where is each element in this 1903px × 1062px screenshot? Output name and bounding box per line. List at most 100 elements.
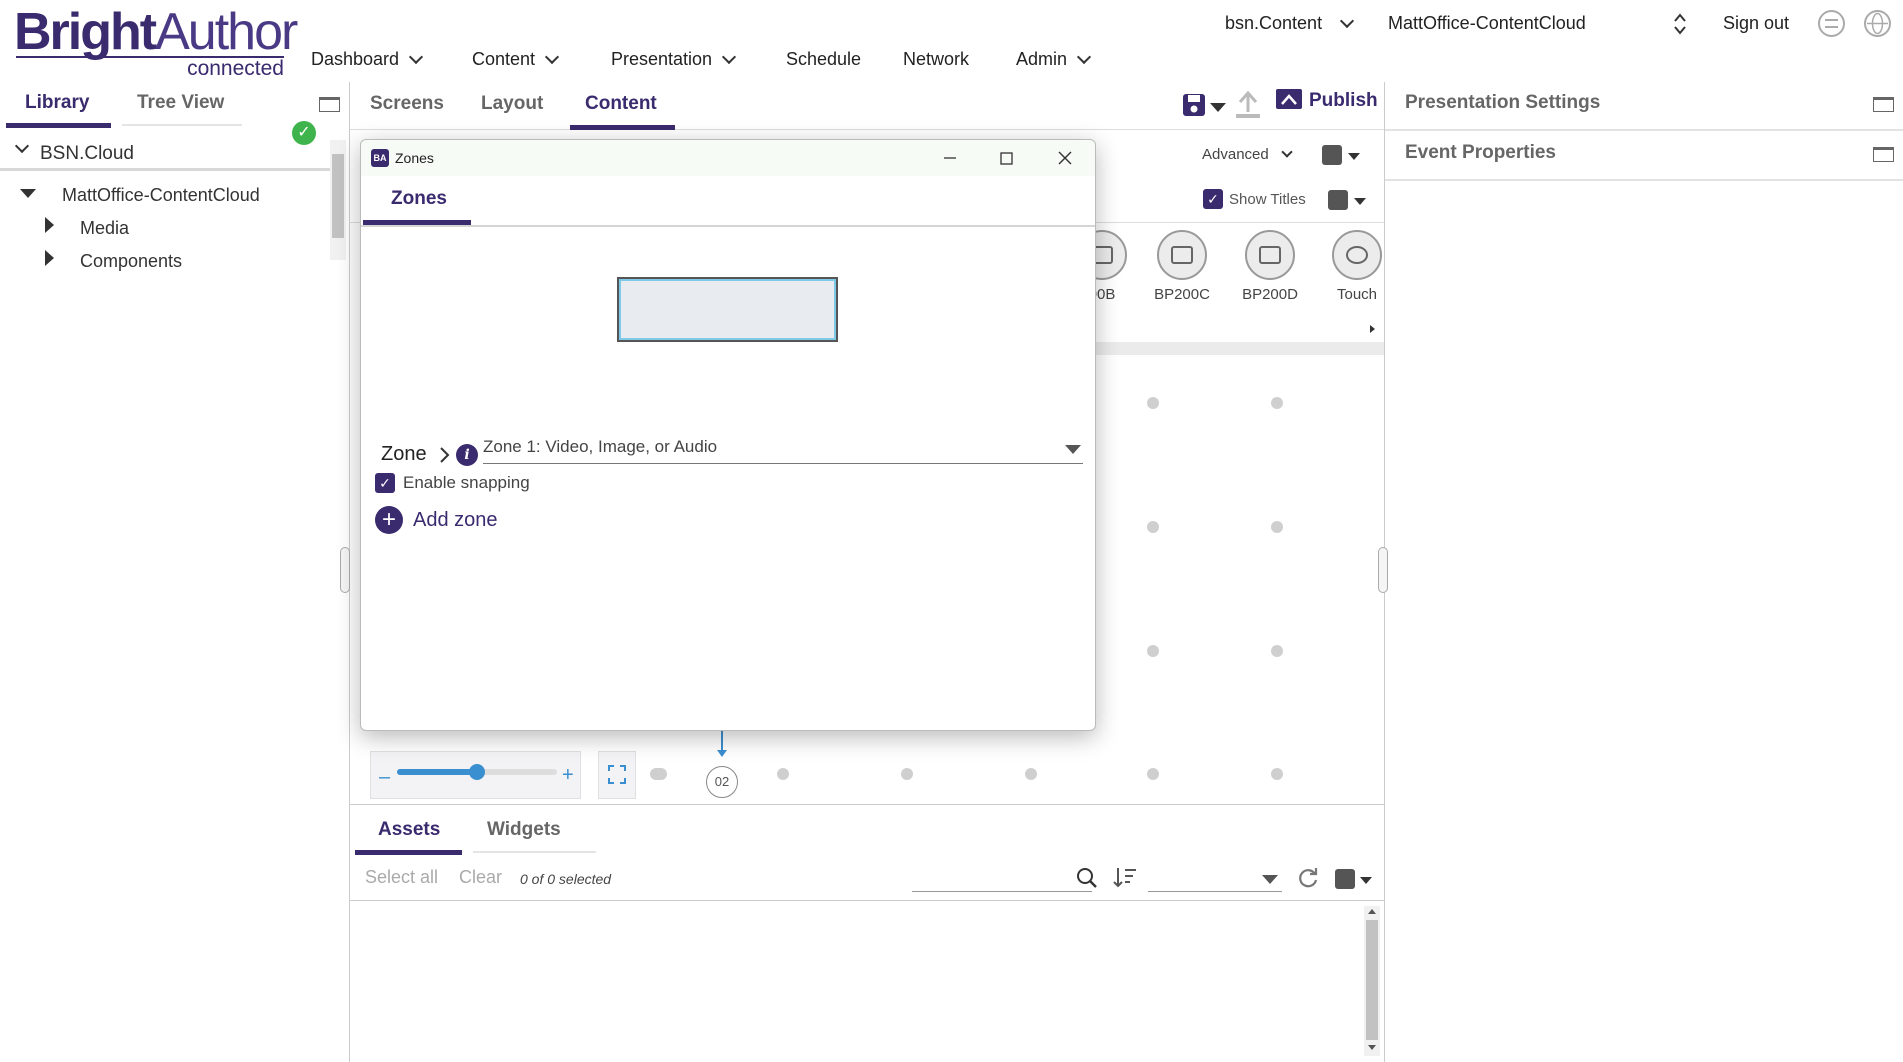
- asset-view-options-button[interactable]: [1335, 869, 1355, 889]
- grid-dot: [1147, 768, 1159, 780]
- maximize-button[interactable]: [991, 146, 1021, 170]
- zoom-slider-track[interactable]: [397, 764, 557, 780]
- zone-layout-preview[interactable]: [617, 277, 838, 342]
- dropdown-icon[interactable]: [1348, 153, 1360, 160]
- switch-icon[interactable]: [1818, 10, 1845, 37]
- grid-dot: [1147, 645, 1159, 657]
- collapse-panel-icon[interactable]: [1873, 147, 1894, 162]
- nav-content[interactable]: Content: [472, 49, 560, 70]
- save-dropdown-icon[interactable]: [1210, 103, 1226, 112]
- nav-presentation[interactable]: Presentation: [611, 49, 737, 70]
- save-icon[interactable]: [1181, 92, 1207, 118]
- dialog-window-title: Zones: [395, 150, 434, 166]
- close-button[interactable]: [1050, 146, 1080, 170]
- scroll-up-icon[interactable]: [1368, 909, 1376, 914]
- tree-scrollbar[interactable]: [330, 140, 346, 260]
- display-options-button[interactable]: [1328, 190, 1348, 210]
- tree-item-media[interactable]: Media: [80, 218, 129, 239]
- collapse-panel-icon[interactable]: [319, 97, 340, 112]
- show-titles-toggle[interactable]: ✓ Show Titles: [1203, 189, 1306, 209]
- nav-dashboard[interactable]: Dashboard: [311, 49, 424, 70]
- fit-to-screen-button[interactable]: [598, 751, 636, 799]
- expand-triangle-icon[interactable]: [45, 217, 54, 233]
- nav-admin[interactable]: Admin: [1016, 49, 1092, 70]
- dialog-titlebar[interactable]: BA Zones: [361, 140, 1095, 176]
- tab-assets[interactable]: Assets: [378, 819, 440, 841]
- checkbox-checked-icon[interactable]: ✓: [375, 473, 395, 493]
- refresh-icon[interactable]: [1296, 866, 1320, 890]
- device-bp200c[interactable]: BP200C: [1142, 230, 1222, 303]
- grid-dot: [901, 768, 913, 780]
- tree-network-label[interactable]: MattOffice-ContentCloud: [62, 185, 260, 206]
- chevron-down-icon[interactable]: [14, 138, 30, 154]
- dropdown-icon[interactable]: [1360, 877, 1372, 884]
- zoom-out-button[interactable]: –: [379, 766, 390, 789]
- zoom-in-button[interactable]: +: [562, 764, 574, 787]
- device-bp200d[interactable]: BP200D: [1230, 230, 1310, 303]
- grid-dot: [1271, 768, 1283, 780]
- tab-zones[interactable]: Zones: [391, 188, 447, 210]
- zoom-slider-thumb[interactable]: [469, 764, 485, 780]
- publish-icon: [1276, 89, 1302, 109]
- resize-handle[interactable]: [340, 547, 350, 593]
- chevron-down-icon: [1281, 145, 1293, 158]
- asset-filter-select[interactable]: [1148, 891, 1282, 892]
- tab-library[interactable]: Library: [25, 92, 89, 114]
- search-icon[interactable]: [1076, 867, 1098, 889]
- tab-layout[interactable]: Layout: [481, 93, 543, 115]
- device-scrollbar[interactable]: [1095, 342, 1384, 355]
- chevron-down-icon: [1340, 13, 1355, 28]
- network-selector[interactable]: MattOffice-ContentCloud: [1388, 13, 1586, 34]
- inactive-tab-underline: [473, 851, 596, 853]
- publish-button[interactable]: Publish: [1275, 88, 1378, 114]
- collapse-panel-icon[interactable]: [1873, 97, 1894, 112]
- active-tab-underline: [6, 123, 111, 128]
- timeline-arrow: [721, 730, 723, 752]
- updown-chevron-icon[interactable]: [1673, 12, 1687, 36]
- assets-scrollbar[interactable]: [1364, 906, 1380, 1056]
- scroll-down-icon[interactable]: [1368, 1045, 1376, 1050]
- minimize-button[interactable]: [935, 146, 965, 170]
- tab-widgets[interactable]: Widgets: [487, 819, 561, 841]
- globe-icon[interactable]: [1864, 10, 1891, 37]
- upload-icon[interactable]: [1234, 90, 1262, 120]
- expand-triangle-icon[interactable]: [20, 189, 36, 198]
- plus-circle-icon: +: [375, 506, 403, 534]
- tree-scrollbar-thumb[interactable]: [332, 154, 344, 238]
- chevron-down-icon: [544, 49, 560, 64]
- expand-triangle-icon[interactable]: [45, 250, 54, 266]
- event-properties-header[interactable]: Event Properties: [1405, 142, 1556, 164]
- account-selector[interactable]: bsn.Content: [1225, 13, 1355, 34]
- presentation-settings-header[interactable]: Presentation Settings: [1405, 92, 1600, 114]
- clear-link[interactable]: Clear: [459, 867, 502, 888]
- asset-search-input[interactable]: [912, 891, 1092, 892]
- chevron-right-icon[interactable]: [439, 446, 451, 464]
- checkbox-checked-icon[interactable]: ✓: [1203, 189, 1223, 209]
- tab-screens[interactable]: Screens: [370, 93, 444, 115]
- tree-root-label: BSN.Cloud: [40, 143, 134, 164]
- tab-tree-view[interactable]: Tree View: [137, 92, 224, 114]
- sort-icon[interactable]: [1112, 865, 1138, 891]
- tab-content[interactable]: Content: [585, 93, 657, 115]
- scroll-right-icon[interactable]: [1370, 325, 1375, 333]
- dropdown-icon[interactable]: [1354, 198, 1366, 205]
- nav-network[interactable]: Network: [903, 49, 969, 70]
- add-zone-button[interactable]: + Add zone: [375, 506, 498, 534]
- resize-handle[interactable]: [1378, 547, 1388, 593]
- tree-item-components[interactable]: Components: [80, 251, 182, 272]
- enable-snapping-checkbox[interactable]: ✓ Enable snapping: [375, 473, 530, 493]
- dropdown-icon: [1065, 445, 1081, 454]
- nav-schedule[interactable]: Schedule: [786, 49, 861, 70]
- select-all-link[interactable]: Select all: [365, 867, 438, 888]
- timeline-marker[interactable]: 02: [706, 766, 738, 798]
- tree-root-row[interactable]: BSN.Cloud ✓: [0, 121, 330, 171]
- sign-out-link[interactable]: Sign out: [1723, 13, 1789, 34]
- info-icon[interactable]: i: [456, 444, 478, 466]
- logo-main-text: Bright: [14, 3, 157, 61]
- assets-scrollbar-thumb[interactable]: [1366, 920, 1378, 1040]
- dropdown-icon[interactable]: [1262, 875, 1278, 884]
- advanced-selector[interactable]: Advanced: [1202, 145, 1293, 163]
- view-options-button[interactable]: [1322, 145, 1342, 165]
- zone-select[interactable]: Zone 1: Video, Image, or Audio: [483, 434, 1083, 464]
- brightauthor-logo[interactable]: BrightAuthor connected: [14, 3, 298, 80]
